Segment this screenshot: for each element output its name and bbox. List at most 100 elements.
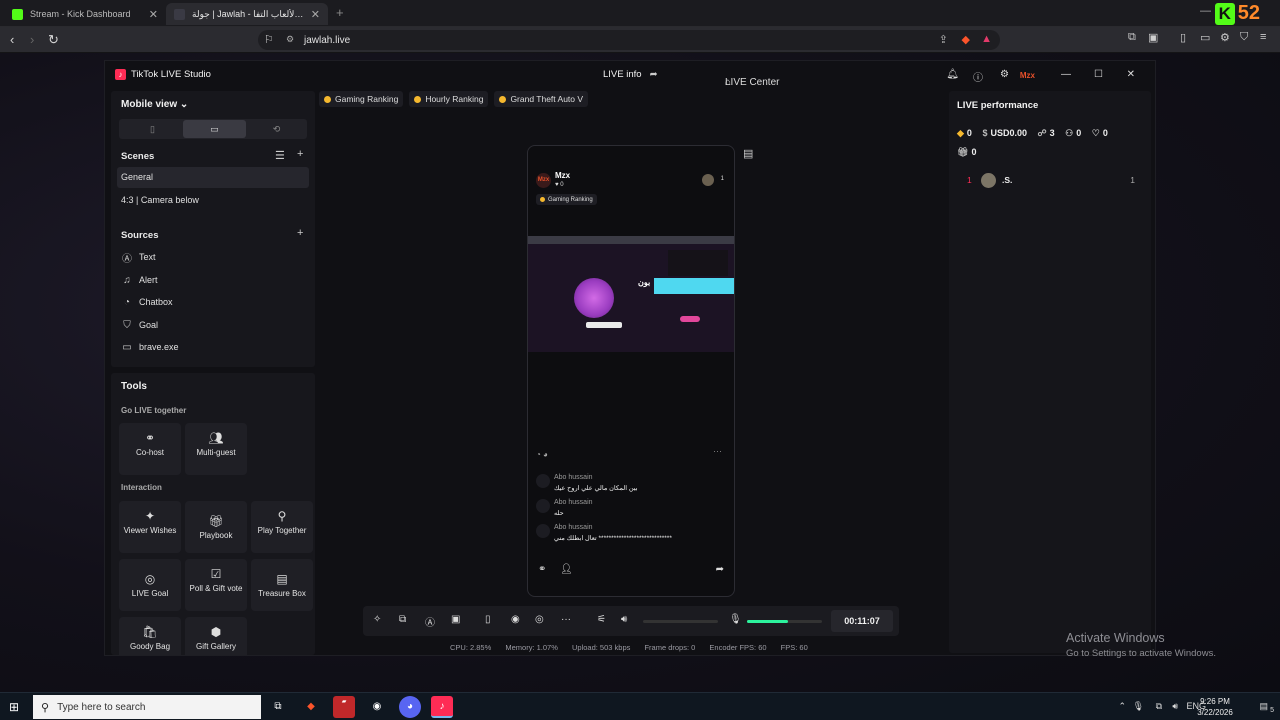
settings-gear-icon[interactable]: ⚙ xyxy=(1000,69,1009,80)
source-item[interactable]: ▭ brave.exe xyxy=(121,337,178,357)
brave-shields-icon[interactable]: ◆ xyxy=(962,33,970,46)
network-icon[interactable]: ⧉ xyxy=(1156,701,1162,712)
source-item[interactable]: Ⓐ Text xyxy=(121,247,156,267)
scene-item[interactable]: 4:3 | Camera below xyxy=(117,190,309,211)
close-icon[interactable]: ✕ xyxy=(1127,69,1135,80)
ai-icon[interactable]: Ⓐ xyxy=(425,614,435,629)
link-icon[interactable]: ⚭ xyxy=(538,564,546,575)
list-icon[interactable]: ☰ xyxy=(275,149,285,162)
poll-gift-vote-button[interactable]: ☑ Poll & Gift vote xyxy=(185,559,247,611)
viewer-wishes-button[interactable]: ✦ Viewer Wishes xyxy=(119,501,181,553)
camera-icon[interactable]: ◎ xyxy=(535,614,544,625)
profile-avatar[interactable]: Mzx xyxy=(1020,71,1035,80)
speaker-icon[interactable]: 🔊︎ xyxy=(621,614,627,625)
bookmark-icon[interactable]: ⚐ xyxy=(264,33,274,46)
mic-volume-slider[interactable] xyxy=(747,620,822,623)
share-icon[interactable]: ⇪ xyxy=(939,33,948,46)
browser-tab-kick[interactable]: Stream - Kick Dashboard ✕ xyxy=(4,3,166,25)
brave-app-icon[interactable]: ◆ xyxy=(300,696,322,718)
shield-icon[interactable]: ⛉ xyxy=(1240,31,1248,44)
brave-rewards-icon[interactable]: ▲ xyxy=(981,33,992,45)
more-icon[interactable]: ··· xyxy=(561,614,571,625)
notification-bell-icon[interactable]: 🔔︎ xyxy=(946,69,959,80)
treasure-box-button[interactable]: ▤ Treasure Box xyxy=(251,559,313,611)
co-host-button[interactable]: ⚭ Co-host xyxy=(119,423,181,475)
taskbar-search[interactable]: ⚲ Type here to search xyxy=(33,695,261,719)
playbook-button[interactable]: 🎁︎ Playbook xyxy=(185,501,247,553)
tray-chevron-icon[interactable]: ⌃ xyxy=(1118,701,1126,712)
studio-title-bar: ♪ TikTok LIVE Studio LIVE info ➦ ⌂ LIVE C… xyxy=(105,61,1155,89)
reload-icon[interactable]: ↻ xyxy=(48,32,59,48)
microphone-tray-icon[interactable]: 🎙︎ xyxy=(1133,701,1144,712)
minimize-icon[interactable]: — xyxy=(1061,69,1071,80)
site-info-icon[interactable]: ⚙ xyxy=(286,34,294,45)
voicemeeter-app-icon[interactable]: ▰ xyxy=(333,696,355,718)
view-mode-dropdown[interactable]: Mobile view ⌄ xyxy=(121,99,188,110)
landscape-option[interactable]: ▭ xyxy=(183,120,246,138)
stream-preview[interactable]: Mzx Mzx ♥ 0 1 Gaming Ranking بون ◔ ◕ ···… xyxy=(527,145,735,597)
vpn-icon[interactable]: ⚙ xyxy=(1220,31,1230,44)
minimize-browser-icon[interactable]: — xyxy=(1200,5,1211,17)
mixer-icon[interactable]: ⚟ xyxy=(597,614,606,625)
add-scene-icon[interactable]: + xyxy=(297,148,303,160)
source-item[interactable]: ⛉ Goal xyxy=(121,315,158,335)
leo-icon[interactable]: ▭ xyxy=(1200,31,1210,44)
goody-bag-button[interactable]: 🛍︎ Goody Bag xyxy=(119,617,181,655)
menu-icon[interactable]: ≡ xyxy=(1260,31,1266,43)
kick-favicon-icon xyxy=(12,8,23,20)
back-icon[interactable]: ‹ xyxy=(10,32,14,47)
hourly-ranking-tag[interactable]: Hourly Ranking xyxy=(409,91,489,107)
source-item[interactable]: ◔ Chatbox xyxy=(121,292,173,312)
address-bar[interactable]: ⚐ ⚙ jawlah.live ⇪ ◆ ▲ xyxy=(258,30,1000,50)
record-icon[interactable]: ◉ xyxy=(511,614,520,625)
more-options-icon[interactable]: ··· xyxy=(713,446,722,456)
source-item[interactable]: ♫ Alert xyxy=(121,270,157,290)
portrait-option[interactable]: ▯ xyxy=(121,120,184,138)
microphone-icon[interactable]: 🎙︎ xyxy=(729,614,742,625)
windows-start-icon[interactable]: ⊞ xyxy=(9,700,23,714)
play-together-button[interactable]: ⚲ Play Together xyxy=(251,501,313,553)
live-info-button[interactable]: LIVE info ➦ xyxy=(603,69,658,80)
chat-text: بين المكان مالي علي اروح عيك xyxy=(554,485,638,492)
new-tab-button[interactable]: + xyxy=(336,5,344,20)
obs-app-icon[interactable]: ◉ xyxy=(366,696,388,718)
multi-guest-button[interactable]: 👥︎ Multi-guest xyxy=(185,423,247,475)
browser-tab-jawlah[interactable]: جولة | Jawlah - منصة الألعاب التفا ✕ xyxy=(166,3,328,25)
gift-gallery-button[interactable]: ⬢ Gift Gallery xyxy=(185,617,247,655)
task-view-icon[interactable]: ⧉ xyxy=(267,696,289,718)
add-source-icon[interactable]: + xyxy=(297,227,303,239)
volume-icon[interactable]: 🔊︎ xyxy=(1172,701,1178,712)
invite-icon[interactable]: 👤︎ xyxy=(560,564,573,575)
wallet-icon[interactable]: ▣ xyxy=(1148,31,1158,44)
game-category-tag[interactable]: Grand Theft Auto V xyxy=(494,91,589,107)
cpu-stat: CPU: 2.85% xyxy=(450,643,492,652)
speaker-volume-slider[interactable] xyxy=(643,620,718,623)
phone-icon[interactable]: ▯ xyxy=(485,614,491,625)
screen-icon[interactable]: ▣ xyxy=(451,614,460,625)
discord-app-icon[interactable]: ◕ xyxy=(399,696,421,718)
close-tab-icon[interactable]: ✕ xyxy=(311,8,320,21)
scene-item[interactable]: General xyxy=(117,167,309,188)
extensions-icon[interactable]: ⧉ xyxy=(1128,31,1136,44)
notification-icon[interactable]: ▤ xyxy=(1259,701,1268,712)
browser-toolbar: ‹ › ↻ ⚐ ⚙ jawlah.live ⇪ ◆ ▲ xyxy=(0,27,1280,53)
maximize-icon[interactable]: ☐ xyxy=(1094,69,1103,80)
live-goal-button[interactable]: ◎ LIVE Goal xyxy=(119,559,181,611)
layout-icon[interactable]: ⧉ xyxy=(399,614,406,625)
sidebar-icon[interactable]: ▯ xyxy=(1180,31,1186,44)
forward-icon[interactable]: › xyxy=(30,32,34,47)
tiktok-app-icon[interactable]: ♪ xyxy=(431,696,453,718)
rotate-option[interactable]: ⟲ xyxy=(245,120,308,138)
gaming-ranking-tag[interactable]: Gaming Ranking xyxy=(319,91,404,107)
magic-wand-icon[interactable]: ✧ xyxy=(373,614,381,625)
ranking-row[interactable]: 1 .S. 1 xyxy=(957,173,1143,189)
interaction-heading: Interaction xyxy=(121,483,162,492)
sources-heading: Sources xyxy=(121,230,159,241)
help-icon[interactable]: ⓘ xyxy=(973,69,983,84)
close-tab-icon[interactable]: ✕ xyxy=(149,8,158,21)
system-clock[interactable]: 9:26 PM 3/22/2026 xyxy=(1190,696,1240,718)
joystick-icon: ⚲ xyxy=(277,509,287,523)
share-icon[interactable]: ➦ xyxy=(716,564,724,575)
gift-icon: 🎁︎ xyxy=(957,147,969,157)
notes-icon[interactable]: ▤ xyxy=(743,147,753,160)
